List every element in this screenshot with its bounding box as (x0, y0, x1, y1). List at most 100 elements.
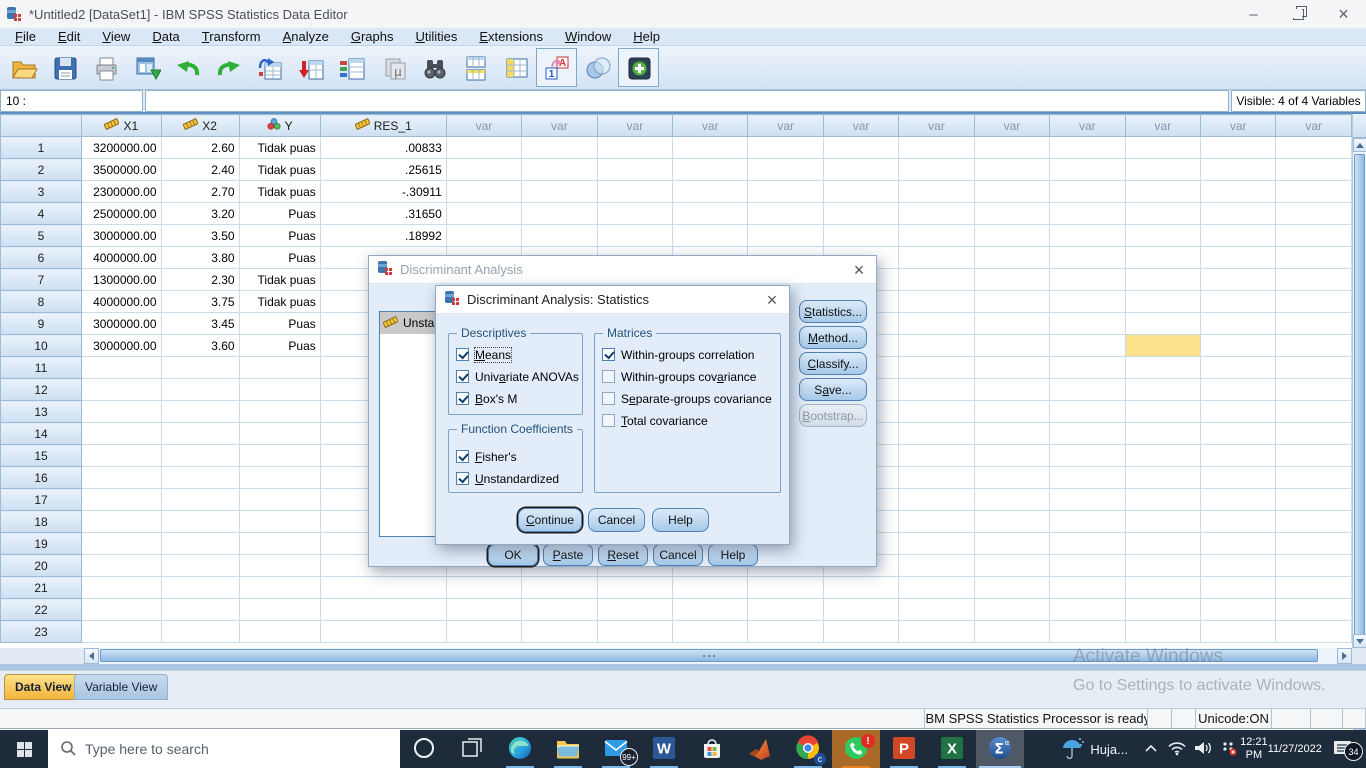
grid-cell[interactable] (1276, 225, 1352, 247)
grid-cell[interactable] (1200, 401, 1275, 423)
grid-cell[interactable] (673, 137, 748, 159)
checkbox-univariate-anovas[interactable] (456, 370, 469, 383)
grid-cell[interactable] (1050, 181, 1125, 203)
grid-cell[interactable] (899, 555, 974, 577)
dialog-close-button[interactable]: × (757, 287, 787, 313)
grid-cell[interactable] (161, 511, 239, 533)
grid-cell[interactable] (748, 621, 823, 643)
grid-cell[interactable] (1276, 379, 1352, 401)
grid-cell[interactable] (1125, 159, 1200, 181)
grid-cell[interactable] (1125, 401, 1200, 423)
grid-cell[interactable] (446, 621, 521, 643)
grid-cell[interactable] (974, 533, 1049, 555)
checkbox-unstandardized[interactable] (456, 472, 469, 485)
grid-cell[interactable] (974, 555, 1049, 577)
grid-cell[interactable] (899, 291, 974, 313)
grid-cell[interactable] (161, 379, 239, 401)
taskbar-clock[interactable]: 12:21 PM 11/27/2022 (1242, 730, 1320, 768)
menu-help[interactable]: Help (622, 28, 671, 46)
grid-cell[interactable] (899, 467, 974, 489)
insert-cases-button[interactable] (454, 48, 495, 87)
menu-transform[interactable]: Transform (191, 28, 272, 46)
grid-cell[interactable] (899, 445, 974, 467)
grid-cell[interactable] (1125, 599, 1200, 621)
insert-variable-button[interactable] (495, 48, 536, 87)
grid-cell[interactable] (823, 225, 898, 247)
grid-cell[interactable] (899, 335, 974, 357)
col-header-var[interactable]: var (446, 115, 521, 137)
tray-wifi[interactable] (1164, 730, 1190, 768)
grid-cell[interactable] (320, 599, 446, 621)
save-button[interactable] (44, 48, 85, 87)
grid-cell[interactable] (974, 313, 1049, 335)
taskbar-cortana[interactable] (400, 730, 448, 768)
grid-cell[interactable] (1125, 423, 1200, 445)
grid-cell[interactable] (899, 599, 974, 621)
grid-cell[interactable] (1276, 291, 1352, 313)
grid-cell[interactable] (748, 203, 823, 225)
grid-cell[interactable]: 3500000.00 (82, 159, 162, 181)
grid-cell[interactable]: .18992 (320, 225, 446, 247)
row-header-6[interactable]: 6 (1, 247, 82, 269)
grid-cell[interactable] (899, 159, 974, 181)
grid-cell[interactable] (823, 599, 898, 621)
grid-cell[interactable]: .00833 (320, 137, 446, 159)
grid-cell[interactable] (899, 511, 974, 533)
minimize-button[interactable]: – (1231, 0, 1276, 28)
row-header-9[interactable]: 9 (1, 313, 82, 335)
grid-cell[interactable] (748, 577, 823, 599)
scroll-down-button[interactable] (1353, 634, 1366, 648)
grid-cell[interactable] (673, 599, 748, 621)
grid-cell[interactable] (974, 599, 1049, 621)
grid-cell[interactable] (161, 423, 239, 445)
row-header-17[interactable]: 17 (1, 489, 82, 511)
checkbox-label[interactable]: Means (475, 348, 511, 362)
value-labels-button[interactable]: A1 (536, 48, 577, 87)
grid-cell[interactable] (239, 621, 320, 643)
grid-cell[interactable] (82, 445, 162, 467)
row-header-10[interactable]: 10 (1, 335, 82, 357)
grid-cell[interactable] (1050, 423, 1125, 445)
row-header-14[interactable]: 14 (1, 423, 82, 445)
grid-cell[interactable] (320, 621, 446, 643)
col-header-var[interactable]: var (823, 115, 898, 137)
col-header-var[interactable]: var (1125, 115, 1200, 137)
row-header-7[interactable]: 7 (1, 269, 82, 291)
menu-analyze[interactable]: Analyze (272, 28, 340, 46)
grid-cell[interactable] (1050, 291, 1125, 313)
grid-cell[interactable] (446, 577, 521, 599)
grid-cell[interactable] (1276, 203, 1352, 225)
menu-data[interactable]: Data (141, 28, 190, 46)
grid-cell[interactable] (82, 357, 162, 379)
grid-cell[interactable] (1200, 159, 1275, 181)
grid-cell[interactable] (823, 577, 898, 599)
grid-cell[interactable] (1200, 621, 1275, 643)
grid-corner[interactable] (1, 115, 82, 137)
grid-cell[interactable] (161, 599, 239, 621)
method-button[interactable]: Method... (799, 326, 867, 349)
grid-cell[interactable] (239, 401, 320, 423)
grid-cell[interactable] (161, 533, 239, 555)
grid-cell[interactable] (1200, 511, 1275, 533)
grid-cell[interactable] (673, 621, 748, 643)
grid-cell[interactable] (1050, 269, 1125, 291)
grid-cell[interactable] (1050, 401, 1125, 423)
print-button[interactable] (85, 48, 126, 87)
taskbar-task-view[interactable] (448, 730, 496, 768)
tray-volume[interactable] (1190, 730, 1216, 768)
grid-cell[interactable]: 3.60 (161, 335, 239, 357)
grid-cell[interactable] (899, 621, 974, 643)
taskbar-search-box[interactable]: Type here to search (48, 730, 400, 768)
grid-cell[interactable] (974, 247, 1049, 269)
grid-cell[interactable] (1276, 621, 1352, 643)
menu-file[interactable]: File (4, 28, 47, 46)
grid-cell[interactable] (1200, 489, 1275, 511)
grid-cell[interactable] (239, 423, 320, 445)
grid-cell[interactable] (1276, 533, 1352, 555)
checkbox-separate-groups-covariance[interactable] (602, 392, 615, 405)
grid-cell[interactable]: Puas (239, 203, 320, 225)
grid-cell[interactable] (597, 577, 672, 599)
cell-editor[interactable] (145, 90, 1229, 112)
grid-cell[interactable] (239, 511, 320, 533)
col-header-var[interactable]: var (1276, 115, 1352, 137)
